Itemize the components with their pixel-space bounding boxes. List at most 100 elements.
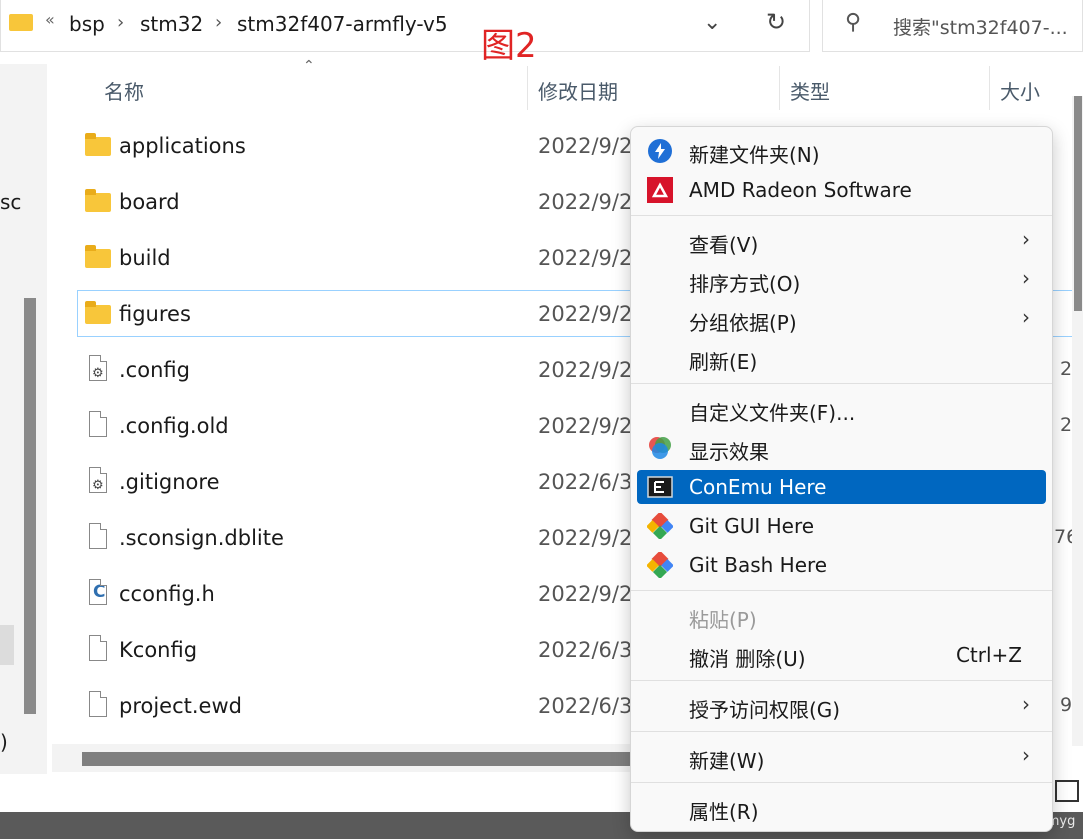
- navigation-selected-item[interactable]: [0, 625, 14, 665]
- file-date: 2022/6/3: [538, 638, 633, 662]
- file-name: Kconfig: [119, 638, 198, 662]
- file-icon: [89, 635, 107, 661]
- menu-item-shortcut: Ctrl+Z: [955, 643, 1022, 667]
- column-divider[interactable]: [989, 66, 990, 110]
- menu-item-label: 授予访问权限(G): [689, 698, 841, 722]
- folder-icon: [85, 301, 111, 324]
- navigation-item-label: sc: [0, 190, 22, 214]
- menu-item-undo[interactable]: 撤消 删除(U) Ctrl+Z: [637, 638, 1046, 672]
- git-icon: [647, 513, 673, 539]
- file-date: 2022/9/2: [538, 358, 633, 382]
- column-header-type[interactable]: 类型: [790, 76, 830, 105]
- file-name: build: [119, 246, 171, 270]
- menu-item-label: Git Bash Here: [689, 553, 828, 577]
- column-header-size[interactable]: 大小: [1000, 76, 1040, 105]
- submenu-arrow-icon: ›: [1022, 692, 1030, 716]
- refresh-icon[interactable]: ↻: [766, 8, 786, 36]
- file-date: 2022/9/2: [538, 190, 633, 214]
- file-date: 2022/6/3: [538, 694, 633, 718]
- menu-separator: [631, 782, 1052, 783]
- breadcrumb-bsp[interactable]: bsp: [69, 12, 105, 36]
- breadcrumb-stm32[interactable]: stm32: [140, 12, 203, 36]
- folder-icon: [85, 245, 111, 268]
- folder-icon: [85, 133, 111, 156]
- breadcrumb-overflow[interactable]: «: [45, 10, 55, 29]
- menu-item-display-effects[interactable]: 显示效果: [637, 431, 1046, 465]
- file-name: project.ewd: [119, 694, 242, 718]
- menu-item-group[interactable]: 分组依据(P) ›: [637, 302, 1046, 336]
- menu-item-paste: 粘贴(P): [637, 599, 1046, 633]
- file-date: 2022/9/2: [538, 302, 633, 326]
- search-placeholder: 搜索"stm32f407-...: [893, 17, 1068, 39]
- column-divider[interactable]: [527, 66, 528, 110]
- menu-item-conemu[interactable]: ConEmu Here: [637, 470, 1046, 504]
- column-divider[interactable]: [779, 66, 780, 110]
- menu-separator: [631, 383, 1052, 384]
- menu-item-grant-access[interactable]: 授予访问权限(G) ›: [637, 689, 1046, 723]
- menu-item-label: 新建(W): [689, 749, 765, 773]
- file-icon: [89, 523, 107, 549]
- git-icon: [647, 552, 673, 578]
- menu-item-label: 查看(V): [689, 233, 759, 257]
- menu-separator: [631, 680, 1052, 681]
- menu-item-label: 分组依据(P): [689, 311, 797, 335]
- menu-separator: [631, 731, 1052, 732]
- file-size-fragment: 2: [1060, 414, 1073, 436]
- file-icon: [89, 411, 107, 437]
- context-menu: 新建文件夹(N) AMD Radeon Software 查看(V) › 排序方…: [630, 126, 1053, 832]
- file-date: 2022/9/2: [538, 246, 633, 270]
- menu-item-new-folder[interactable]: 新建文件夹(N): [637, 134, 1046, 168]
- column-header-name[interactable]: 名称: [104, 76, 144, 105]
- config-file-icon: ⚙: [89, 355, 107, 381]
- c-source-file-icon: C: [89, 579, 107, 605]
- search-icon: ⚲: [845, 10, 862, 35]
- menu-item-label: AMD Radeon Software: [689, 178, 912, 202]
- search-box[interactable]: ⚲ 搜索"stm32f407-...: [822, 0, 1083, 52]
- menu-item-label: 属性(R): [689, 800, 759, 824]
- file-name: .gitignore: [119, 470, 220, 494]
- submenu-arrow-icon: ›: [1022, 266, 1030, 290]
- menu-item-amd-radeon[interactable]: AMD Radeon Software: [637, 173, 1046, 207]
- submenu-arrow-icon: ›: [1022, 743, 1030, 767]
- navigation-scrollbar[interactable]: [24, 298, 36, 714]
- submenu-arrow-icon: ›: [1022, 227, 1030, 251]
- navigation-item-label: ): [0, 730, 8, 754]
- file-name: .sconsign.dblite: [119, 526, 284, 550]
- chevron-down-icon[interactable]: ⌄: [703, 10, 721, 35]
- menu-item-git-gui[interactable]: Git GUI Here: [637, 509, 1046, 543]
- address-bar[interactable]: « bsp › stm32 › stm32f407-armfly-v5 ⌄ ↻: [0, 0, 810, 52]
- terminal-icon: [647, 476, 673, 498]
- column-header-modified[interactable]: 修改日期: [538, 76, 618, 105]
- menu-item-customize-folder[interactable]: 自定义文件夹(F)...: [637, 392, 1046, 426]
- menu-item-refresh[interactable]: 刷新(E): [637, 341, 1046, 375]
- color-wheel-icon: [649, 437, 671, 459]
- menu-item-properties[interactable]: 属性(R): [637, 791, 1046, 825]
- details-view-icon[interactable]: [1055, 780, 1079, 802]
- amd-icon: [647, 177, 673, 203]
- menu-item-label: 粘贴(P): [689, 608, 757, 632]
- breadcrumb-current[interactable]: stm32f407-armfly-v5: [237, 12, 448, 36]
- menu-item-label: 显示效果: [689, 440, 769, 464]
- file-name: .config: [119, 358, 190, 382]
- sort-ascending-icon: ⌃: [303, 58, 315, 74]
- menu-item-new[interactable]: 新建(W) ›: [637, 740, 1046, 774]
- file-size-fragment: 2: [1060, 358, 1073, 380]
- vertical-scrollbar-thumb[interactable]: [1074, 96, 1082, 311]
- file-date: 2022/9/2: [538, 526, 633, 550]
- menu-item-sort[interactable]: 排序方式(O) ›: [637, 263, 1046, 297]
- config-file-icon: ⚙: [89, 467, 107, 493]
- file-date: 2022/9/2: [538, 134, 633, 158]
- menu-item-view[interactable]: 查看(V) ›: [637, 224, 1046, 258]
- menu-item-label: 新建文件夹(N): [689, 143, 820, 167]
- folder-icon: [85, 189, 111, 212]
- file-name: cconfig.h: [119, 582, 215, 606]
- new-folder-icon: [648, 139, 672, 163]
- menu-item-label: 刷新(E): [689, 350, 758, 374]
- horizontal-scrollbar-thumb[interactable]: [82, 752, 642, 766]
- chevron-right-icon: ›: [117, 12, 125, 33]
- menu-separator: [631, 215, 1052, 216]
- menu-item-git-bash[interactable]: Git Bash Here: [637, 548, 1046, 582]
- file-date: 2022/9/2: [538, 414, 633, 438]
- menu-item-label: 撤消 删除(U): [689, 647, 806, 671]
- menu-item-label: 自定义文件夹(F)...: [689, 401, 856, 425]
